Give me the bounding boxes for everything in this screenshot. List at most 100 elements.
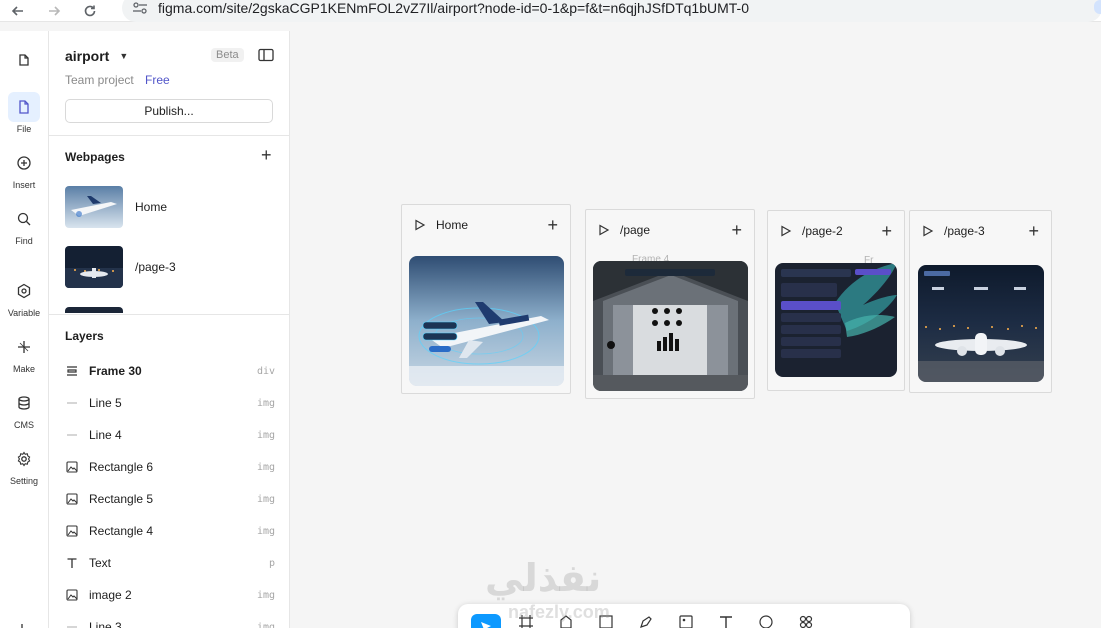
rail-label: Find bbox=[15, 236, 33, 246]
layers-title: Layers bbox=[65, 329, 104, 343]
layer-row[interactable]: Line 3 img bbox=[65, 617, 275, 628]
layer-row[interactable]: Line 5 img bbox=[65, 393, 275, 413]
play-icon[interactable] bbox=[780, 225, 792, 237]
webpage-thumbnail bbox=[65, 246, 123, 288]
divider bbox=[49, 135, 290, 136]
divider bbox=[49, 314, 290, 315]
add-webpage-button[interactable]: + bbox=[261, 146, 272, 164]
project-name: airport bbox=[65, 48, 110, 64]
rail-item-file[interactable] bbox=[0, 45, 48, 75]
project-menu[interactable]: airport ▼ bbox=[65, 48, 128, 64]
webpage-thumbnail-partial bbox=[65, 307, 123, 313]
add-breakpoint-button[interactable]: + bbox=[731, 221, 742, 239]
layer-type: img bbox=[256, 525, 275, 537]
layer-type: img bbox=[256, 621, 275, 628]
frame-page-3[interactable]: /page-3 + bbox=[909, 210, 1052, 393]
forward-button[interactable] bbox=[36, 0, 72, 22]
layer-row[interactable]: Text p bbox=[65, 553, 275, 573]
rail-item-make[interactable]: Make bbox=[0, 332, 48, 374]
url-text: figma.com/site/2gskaCGP1KENmFOL2vZ7Il/ai… bbox=[158, 0, 749, 16]
profile-indicator[interactable] bbox=[1094, 0, 1101, 14]
publish-button[interactable]: Publish... bbox=[65, 99, 273, 123]
webpage-label: /page-3 bbox=[135, 260, 176, 274]
gear-icon bbox=[8, 444, 40, 474]
address-bar[interactable]: figma.com/site/2gskaCGP1KENmFOL2vZ7Il/ai… bbox=[122, 0, 1101, 22]
webpage-item-page-3[interactable]: /page-3 bbox=[65, 245, 275, 289]
sidebar-toggle-icon[interactable] bbox=[258, 48, 274, 62]
layer-row[interactable]: Rectangle 5 img bbox=[65, 489, 275, 509]
line-icon bbox=[65, 620, 79, 628]
line-icon bbox=[65, 396, 79, 410]
layer-label: Rectangle 4 bbox=[89, 524, 154, 538]
make-icon bbox=[8, 332, 40, 362]
play-icon[interactable] bbox=[414, 219, 426, 231]
comment-tool[interactable] bbox=[746, 614, 786, 628]
rail-item-variable[interactable]: Variable bbox=[0, 276, 48, 318]
reload-button[interactable] bbox=[72, 0, 108, 22]
layer-type: img bbox=[256, 461, 275, 473]
rail-bottom-icon[interactable] bbox=[20, 621, 32, 628]
frame-header: /page + bbox=[598, 221, 742, 239]
play-icon[interactable] bbox=[598, 224, 610, 236]
variable-icon bbox=[8, 276, 40, 306]
layer-row[interactable]: image 2 img bbox=[65, 585, 275, 605]
browser-toolbar: figma.com/site/2gskaCGP1KENmFOL2vZ7Il/ai… bbox=[0, 0, 1101, 22]
layer-label: Rectangle 5 bbox=[89, 492, 154, 506]
design-canvas[interactable]: Home + /page + Frame 4 /page-2 + Fr /pag… bbox=[290, 31, 1101, 628]
layer-type: img bbox=[256, 397, 275, 409]
image-icon bbox=[65, 588, 79, 602]
play-icon[interactable] bbox=[922, 225, 934, 237]
components-tool[interactable] bbox=[786, 614, 826, 628]
layer-row[interactable]: Frame 30 div bbox=[65, 361, 275, 381]
frame-header: Home + bbox=[414, 216, 558, 234]
layer-row[interactable]: Rectangle 6 img bbox=[65, 457, 275, 477]
rail-item-find[interactable]: Find bbox=[0, 204, 48, 246]
team-label: Team project bbox=[65, 73, 134, 87]
frame-name: /page-3 bbox=[944, 224, 985, 238]
frame-home[interactable]: Home + bbox=[401, 204, 571, 394]
layer-row[interactable]: Rectangle 4 img bbox=[65, 521, 275, 541]
image-tool[interactable] bbox=[666, 614, 706, 628]
layer-type: p bbox=[268, 557, 275, 569]
pen-tool[interactable] bbox=[626, 614, 666, 628]
rail-item-file-active[interactable]: File bbox=[0, 92, 48, 134]
rail-label: File bbox=[16, 124, 32, 134]
file-icon bbox=[8, 45, 40, 75]
frame-name: Home bbox=[436, 218, 469, 232]
image-icon bbox=[65, 492, 79, 506]
frame-preview-home bbox=[409, 256, 564, 386]
rail-item-setting[interactable]: Setting bbox=[0, 444, 48, 486]
back-button[interactable] bbox=[0, 0, 36, 22]
rail-label: Make bbox=[12, 364, 35, 374]
reload-icon bbox=[84, 5, 96, 16]
layer-label: Line 3 bbox=[89, 620, 122, 628]
layer-type: div bbox=[256, 365, 275, 377]
webpage-item-home[interactable]: Home bbox=[65, 185, 275, 229]
chevron-down-icon: ▼ bbox=[119, 51, 129, 61]
add-breakpoint-button[interactable]: + bbox=[547, 216, 558, 234]
frame-page-2[interactable]: /page-2 + Fr bbox=[767, 210, 905, 391]
forward-arrow-icon bbox=[49, 5, 61, 16]
webpages-title: Webpages bbox=[65, 150, 125, 164]
rail-label: CMS bbox=[14, 420, 34, 430]
pen-icon bbox=[640, 616, 652, 628]
layer-label: Line 4 bbox=[89, 428, 122, 442]
plan-badge[interactable]: Free bbox=[145, 73, 170, 87]
add-breakpoint-button[interactable]: + bbox=[1028, 222, 1039, 240]
frame-header: /page-2 + bbox=[780, 222, 892, 240]
frame-page[interactable]: /page + Frame 4 bbox=[585, 209, 755, 399]
image-icon bbox=[679, 615, 693, 628]
rail-item-insert[interactable]: Insert bbox=[0, 148, 48, 190]
layer-type: img bbox=[256, 429, 275, 441]
webpage-label: Home bbox=[135, 200, 168, 214]
layer-row[interactable]: Line 4 img bbox=[65, 425, 275, 445]
text-tool[interactable] bbox=[706, 614, 746, 628]
add-breakpoint-button[interactable]: + bbox=[881, 222, 892, 240]
site-settings-icon[interactable] bbox=[132, 1, 150, 15]
layer-label: image 2 bbox=[89, 588, 132, 602]
rail-item-cms[interactable]: CMS bbox=[0, 388, 48, 430]
text-icon bbox=[65, 556, 79, 570]
webpage-thumbnail bbox=[65, 186, 123, 228]
frame-preview-page-2 bbox=[775, 263, 897, 377]
move-tool[interactable] bbox=[466, 614, 506, 628]
